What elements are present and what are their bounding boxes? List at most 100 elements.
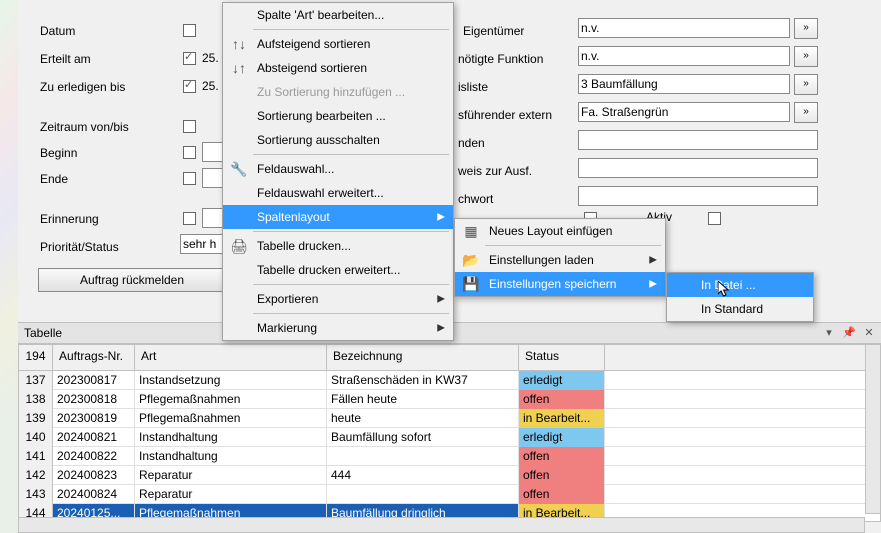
cell-bez [327,485,519,504]
check-ende[interactable] [183,172,196,185]
submenu-laden[interactable]: 📂Einstellungen laden▶ [455,248,665,272]
label-prioritaet: Priorität/Status [40,236,119,258]
menu-drucken[interactable]: 🖨Tabelle drucken... [223,234,453,258]
check-aktiv[interactable] [708,212,721,225]
menu-asc[interactable]: ↑↓Aufsteigend sortieren [223,32,453,56]
table-row[interactable]: 138202300818PflegemaßnahmenFällen heuteo… [19,390,880,409]
new-layout-icon: ▦ [459,219,483,243]
cell-bez: heute [327,409,519,428]
printer-icon: 🖨 [227,234,251,258]
context-menu[interactable]: Spalte 'Art' bearbeiten... ↑↓Aufsteigend… [222,2,454,341]
scrollbar-vertical[interactable] [865,344,881,514]
label-eigentuemer: Eigentümer [463,20,524,42]
row-index: 142 [19,466,53,485]
table-row[interactable]: 139202300819Pflegemaßnahmenheutein Bearb… [19,409,880,428]
input-extern[interactable] [578,102,790,122]
table-row[interactable]: 140202400821InstandhaltungBaumfällung so… [19,428,880,447]
label-ende: Ende [40,168,68,190]
menu-drucken-erw[interactable]: Tabelle drucken erweitert... [223,258,453,282]
row-index: 139 [19,409,53,428]
input-eigentuemer[interactable] [578,18,790,38]
label-zeitraum: Zeitraum von/bis [40,116,129,138]
cell-nr: 202300817 [53,371,135,390]
submenu-in-standard[interactable]: In Standard [667,297,813,321]
input-beginn[interactable] [202,142,224,162]
btn-rueckmelden[interactable]: Auftrag rückmelden [38,268,226,292]
menu-zu-sort: Zu Sortierung hinzufügen ... [223,80,453,104]
chevron-right-icon: ▶ [437,323,445,334]
input-erinnerung[interactable] [202,208,224,228]
check-erinnerung[interactable] [183,212,196,225]
table-row[interactable]: 141202400822Instandhaltungoffen [19,447,880,466]
menu-feldaus-erw[interactable]: Feldauswahl erweitert... [223,181,453,205]
menu-sort-bearb[interactable]: Sortierung bearbeiten ... [223,104,453,128]
table-row[interactable]: 143202400824Reparaturoffen [19,485,880,504]
col-art[interactable]: Art [135,345,327,371]
cell-nr: 202400821 [53,428,135,447]
btn-funk-more[interactable]: » [794,46,818,67]
col-bez[interactable]: Bezeichnung [327,345,519,371]
label-chwort: chwort [458,188,493,210]
submenu-layout[interactable]: ▦Neues Layout einfügen 📂Einstellungen la… [454,218,666,297]
check-beginn[interactable] [183,146,196,159]
btn-preis-more[interactable]: » [794,74,818,95]
check-zeitraum[interactable] [183,120,196,133]
submenu-in-datei[interactable]: In Datei ... [667,273,813,297]
label-beginn: Beginn [40,142,77,164]
submenu-neu[interactable]: ▦Neues Layout einfügen [455,219,665,243]
scrollbar-horizontal[interactable] [18,517,865,533]
input-ende[interactable] [202,168,224,188]
btn-eig-more[interactable]: » [794,18,818,39]
table-row[interactable]: 137202300817InstandsetzungStraßenschäden… [19,371,880,390]
col-ix[interactable]: 194 [19,345,53,371]
input-funktion[interactable] [578,46,790,66]
cell-bez: Fällen heute [327,390,519,409]
label-erinnerung: Erinnerung [40,208,99,230]
input-enden[interactable] [578,130,818,150]
close-icon[interactable]: ✕ [861,325,877,341]
menu-art-bearbeiten[interactable]: Spalte 'Art' bearbeiten... [223,3,453,27]
check-zu-erledigen[interactable] [183,80,196,93]
cell-nr: 202400822 [53,447,135,466]
grid-header[interactable]: 194 Auftrags-Nr. Art Bezeichnung Status [19,345,880,371]
pin-icon[interactable]: 📌 [841,325,857,341]
check-erteilt[interactable] [183,52,196,65]
cell-status: offen [519,447,605,466]
cell-nr: 202400824 [53,485,135,504]
label-ausf: weis zur Ausf. [458,160,532,182]
label-enden: nden [458,132,485,154]
menu-desc[interactable]: ↓↑Absteigend sortieren [223,56,453,80]
cell-nr: 202400823 [53,466,135,485]
label-zu-erledigen: Zu erledigen bis [40,76,125,98]
chevron-right-icon: ▶ [437,294,445,305]
cell-art: Pflegemaßnahmen [135,390,327,409]
menu-feldaus[interactable]: 🔧Feldauswahl... [223,157,453,181]
input-ausf[interactable] [578,158,818,178]
table-row[interactable]: 142202400823Reparatur444offen [19,466,880,485]
input-prioritaet[interactable] [180,234,226,254]
menu-sort-aus[interactable]: Sortierung ausschalten [223,128,453,152]
cell-status: offen [519,466,605,485]
save-icon: 💾 [459,272,483,296]
menu-export[interactable]: Exportieren▶ [223,287,453,311]
col-auftrag[interactable]: Auftrags-Nr. [53,345,135,371]
menu-spaltenlayout[interactable]: Spaltenlayout▶ [223,205,453,229]
input-chwort[interactable] [578,186,818,206]
cell-nr: 202300819 [53,409,135,428]
edit-icon [227,3,251,27]
label-funktion: nötigte Funktion [458,48,543,70]
row-index: 141 [19,447,53,466]
cell-bez: Baumfällung sofort [327,428,519,447]
input-preisliste[interactable] [578,74,790,94]
tabelle-title: Tabelle [24,326,62,340]
cell-art: Pflegemaßnahmen [135,409,327,428]
menu-mark[interactable]: Markierung▶ [223,316,453,340]
submenu-speichern-opt[interactable]: In Datei ... In Standard [666,272,814,322]
btn-ext-more[interactable]: » [794,102,818,123]
submenu-speichern[interactable]: 💾Einstellungen speichern▶ [455,272,665,296]
row-index: 137 [19,371,53,390]
dropdown-tool-icon[interactable]: ▾ [821,325,837,341]
check-datum[interactable] [183,24,196,37]
col-status[interactable]: Status [519,345,605,371]
grid[interactable]: 194 Auftrags-Nr. Art Bezeichnung Status … [18,344,881,522]
